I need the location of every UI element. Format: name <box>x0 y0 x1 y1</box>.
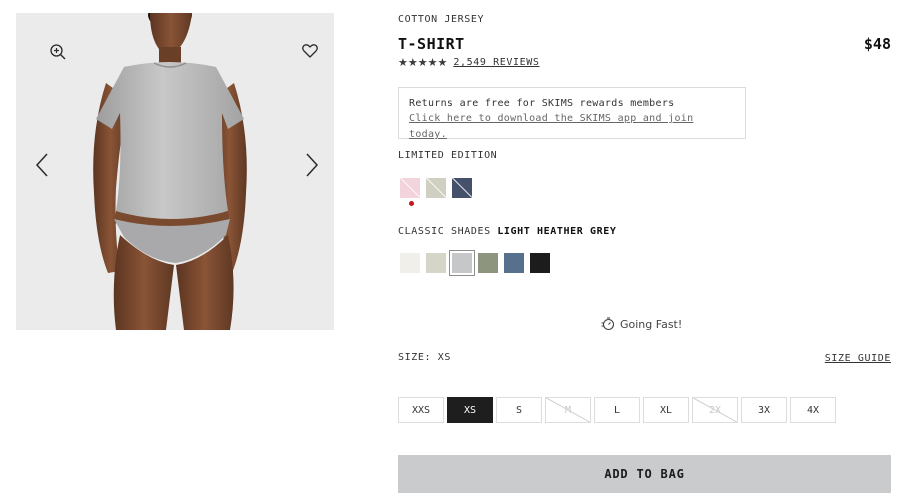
favorite-button[interactable] <box>296 37 324 65</box>
classic-color-swatch[interactable] <box>449 250 475 276</box>
classic-color-swatch[interactable] <box>478 253 498 273</box>
star-icon: ★ <box>398 56 408 69</box>
classic-color-swatch[interactable] <box>504 253 524 273</box>
zoom-button[interactable] <box>44 38 72 66</box>
reviews-link[interactable]: 2,549 REVIEWS <box>453 57 539 68</box>
product-category: COTTON JERSEY <box>398 14 485 25</box>
limited-swatch-group <box>400 178 472 198</box>
promo-text: Returns are free for SKIMS rewards membe… <box>409 98 675 109</box>
star-icon: ★ <box>407 56 418 69</box>
product-title: T-SHIRT <box>398 35 465 53</box>
going-fast-text: Going Fast! <box>620 317 683 331</box>
product-image[interactable] <box>16 13 334 330</box>
product-info: COTTON JERSEY T-SHIRT $48 ★ ★ ★ ★ ★ 2,549 RE… <box>398 0 891 500</box>
heart-icon <box>302 44 318 58</box>
size-option[interactable]: XXS <box>398 397 444 423</box>
size-selector: XXS XS S M L XL 2X 3X 4X <box>398 397 836 423</box>
limited-color-swatch[interactable] <box>426 178 446 198</box>
limited-edition-label: LIMITED EDITION <box>398 150 498 161</box>
size-option[interactable]: S <box>496 397 542 423</box>
chevron-left-icon <box>35 153 48 177</box>
size-option[interactable]: 3X <box>741 397 787 423</box>
classic-color-swatch[interactable] <box>426 253 446 273</box>
rewards-promo: Returns are free for SKIMS rewards membe… <box>398 87 746 140</box>
rating-row: ★ ★ ★ ★ ★ 2,549 REVIEWS <box>398 56 539 69</box>
size-option[interactable]: 2X <box>692 397 738 423</box>
add-to-bag-button[interactable]: ADD TO BAG <box>398 455 891 493</box>
limited-color-swatch[interactable] <box>400 178 420 198</box>
size-option[interactable]: L <box>594 397 640 423</box>
size-option[interactable]: 4X <box>790 397 836 423</box>
size-option[interactable]: XL <box>643 397 689 423</box>
size-option[interactable]: M <box>545 397 591 423</box>
star-icon: ★ <box>417 56 428 69</box>
zoom-in-icon <box>50 44 66 60</box>
star-icon: ★ <box>437 56 448 69</box>
selected-color-name: LIGHT HEATHER GREY <box>497 226 617 237</box>
classic-shades-prefix: CLASSIC SHADES <box>398 226 491 237</box>
star-icon: ★ <box>427 56 438 69</box>
limited-color-swatch[interactable] <box>452 178 472 198</box>
selected-indicator-dot <box>409 201 414 206</box>
stopwatch-icon <box>601 317 615 331</box>
chevron-right-icon <box>306 153 319 177</box>
classic-shades-label: CLASSIC SHADES LIGHT HEATHER GREY <box>398 226 616 237</box>
app-download-link[interactable]: Click here to download the SKIMS app and… <box>409 111 735 143</box>
classic-color-swatch[interactable] <box>400 253 420 273</box>
previous-image-button[interactable] <box>28 151 56 179</box>
classic-swatch-group <box>400 250 550 276</box>
selected-size-label: SIZE: XS <box>398 352 451 363</box>
size-option[interactable]: XS <box>447 397 493 423</box>
product-price: $48 <box>863 35 891 53</box>
going-fast-notice: Going Fast! <box>601 317 682 331</box>
next-image-button[interactable] <box>298 151 326 179</box>
size-guide-link[interactable]: SIZE GUIDE <box>825 353 891 364</box>
star-rating: ★ ★ ★ ★ ★ <box>398 56 447 69</box>
classic-color-swatch[interactable] <box>530 253 550 273</box>
